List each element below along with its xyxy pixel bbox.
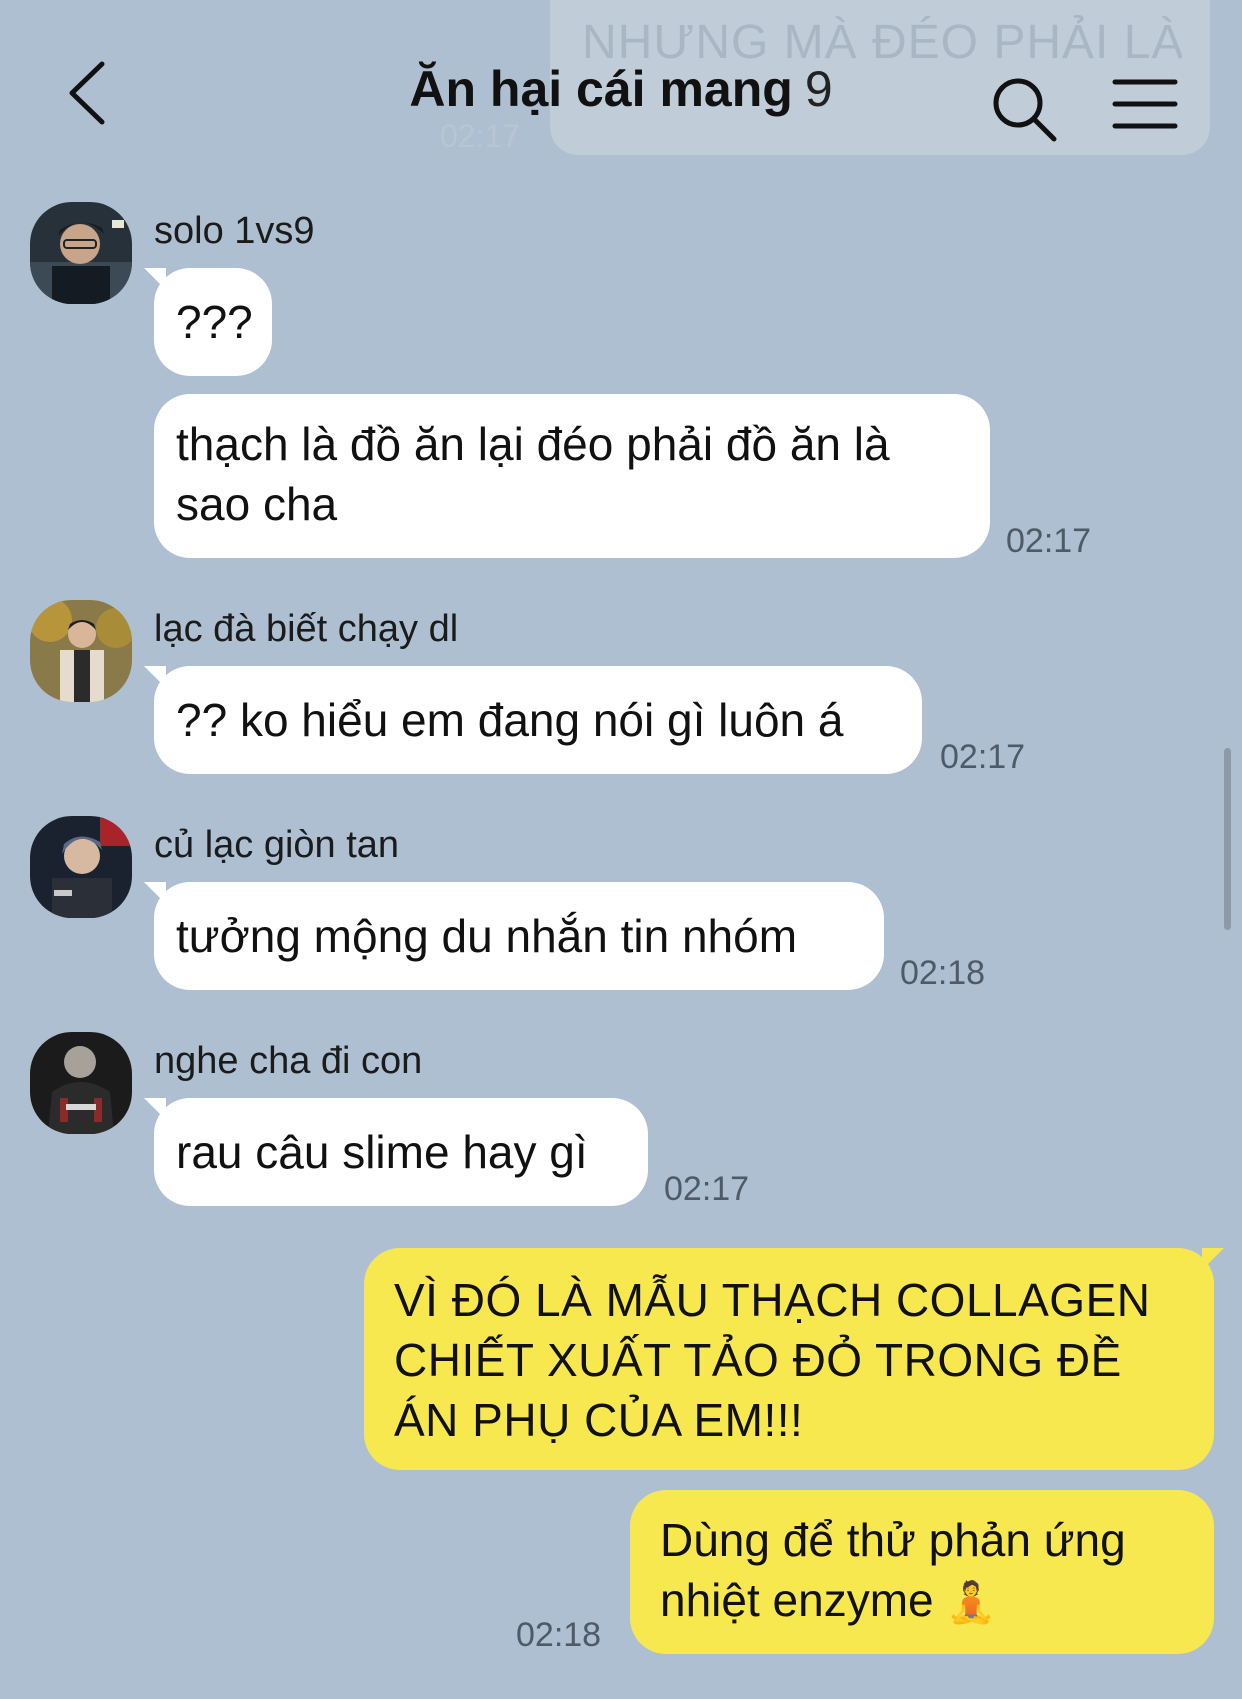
message-text: rau câu slime hay gì [176,1126,588,1178]
avatar[interactable] [30,1032,132,1134]
message-bubble[interactable]: rau câu slime hay gì [144,1098,648,1206]
message-time: 02:17 [940,738,1026,776]
message-text-line: Dùng để thử phản ứng [660,1514,1126,1566]
scrolled-message-ghost-time: 02:17 [440,118,521,154]
chat-header: NHƯNG MÀ ĐÉO PHẢI LÀ ĐỒ ĂN... 02:17 Ăn h… [0,0,1242,190]
my-message-bubble[interactable]: Dùng để thử phản ứng nhiệt enzyme 🧘 [630,1490,1214,1654]
message-text: nhiệt enzyme [660,1574,934,1626]
message-time: 02:18 [900,954,986,992]
message-bubble[interactable]: ??? [144,268,272,376]
sender-name: củ lạc giòn tan [154,824,400,866]
message-bubble[interactable]: tưởng mộng du nhắn tin nhóm [144,882,884,990]
hamburger-menu-icon[interactable] [1112,78,1178,130]
sender-name: nghe cha đi con [154,1040,423,1082]
message-text-line: CHIẾT XUẤT TẢO ĐỎ TRONG ĐỀ [394,1334,1122,1386]
avatar[interactable] [30,600,132,702]
member-count: 9 [804,61,833,117]
message-text-line: VÌ ĐÓ LÀ MẪU THẠCH COLLAGEN [394,1274,1151,1326]
message-bubble[interactable]: ?? ko hiểu em đang nói gì luôn á [144,666,922,774]
sender-name: solo 1vs9 [154,210,315,252]
message-text: tưởng mộng du nhắn tin nhóm [176,910,798,962]
message-text: ?? ko hiểu em đang nói gì luôn á [176,694,844,746]
message-bubble[interactable]: thạch là đồ ăn lại đéo phải đồ ăn là sao… [154,394,990,558]
avatar[interactable] [30,202,132,304]
message-time: 02:17 [664,1170,750,1208]
meditation-emoji-icon: 🧘 [946,1581,997,1625]
message-time: 02:18 [516,1616,602,1654]
message-text: ??? [176,296,253,348]
search-icon[interactable] [990,75,1060,145]
scrollbar[interactable] [1224,748,1231,930]
avatar[interactable] [30,816,132,918]
message-time: 02:17 [1006,522,1092,560]
group-name: Ăn hại cái mang [409,61,793,117]
message-text-line: sao cha [176,478,338,530]
message-text-line: thạch là đồ ăn lại đéo phải đồ ăn là [176,418,890,470]
sender-name: lạc đà biết chạy dl [154,608,459,650]
my-message-bubble[interactable]: VÌ ĐÓ LÀ MẪU THẠCH COLLAGEN CHIẾT XUẤT T… [364,1248,1224,1470]
message-text-line: ÁN PHỤ CỦA EM!!! [394,1394,804,1446]
message-text-line: nhiệt enzyme 🧘 [660,1570,1192,1633]
